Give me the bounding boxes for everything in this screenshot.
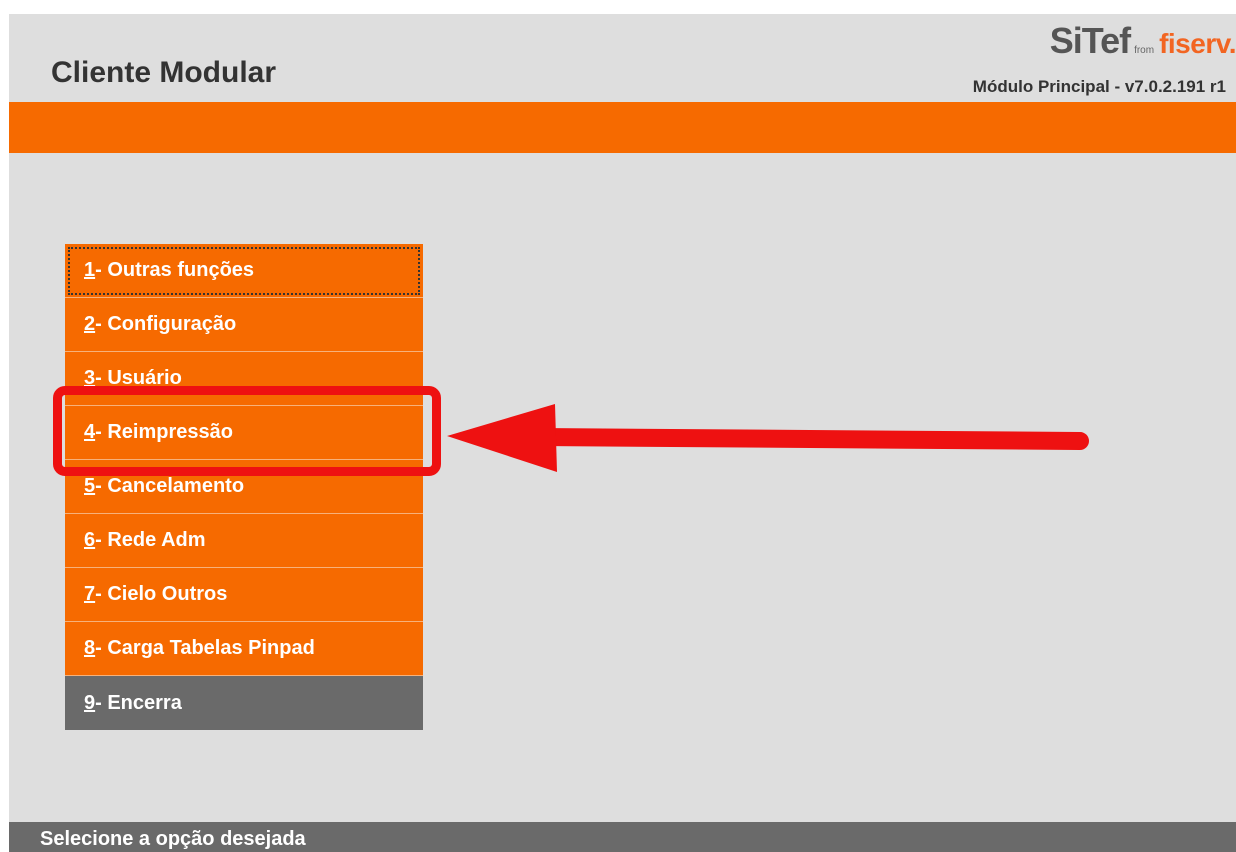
menu-item-label: - Rede Adm bbox=[95, 529, 206, 551]
menu-item-number: 6 bbox=[84, 529, 96, 551]
logo-brand: SiTef bbox=[1049, 20, 1131, 61]
module-version: Módulo Principal - v7.0.2.191 r1 bbox=[972, 77, 1226, 96]
menu-item-number: 2 bbox=[84, 313, 96, 335]
status-text: Selecione a opção desejada bbox=[40, 828, 306, 850]
header: Cliente Modular SiTef from fiserv. Módul… bbox=[9, 14, 1236, 102]
menu-item-rede-adm[interactable]: 6 - Rede Adm bbox=[65, 514, 423, 568]
menu-item-label: - Encerra bbox=[95, 691, 182, 714]
menu-item-number: 1 bbox=[84, 259, 96, 281]
logo-partner: fiserv. bbox=[1159, 28, 1236, 59]
menu-item-configuracao[interactable]: 2 - Configuração bbox=[65, 298, 423, 352]
menu-item-label: - Carga Tabelas Pinpad bbox=[95, 637, 315, 659]
app-title: Cliente Modular bbox=[51, 56, 277, 89]
menu-item-number: 7 bbox=[84, 583, 96, 605]
menu-item-number: 3 bbox=[84, 367, 96, 389]
menu-item-label: - Usuário bbox=[95, 367, 182, 389]
menu-item-label: - Configuração bbox=[95, 313, 237, 335]
menu-item-number: 9 bbox=[84, 691, 96, 714]
menu-item-number: 5 bbox=[84, 475, 96, 497]
menu-item-cancelamento[interactable]: 5 - Cancelamento bbox=[65, 460, 423, 514]
status-bar: Selecione a opção desejada bbox=[9, 822, 1236, 852]
menu-item-encerra[interactable]: 9 - Encerra bbox=[65, 676, 423, 730]
main-menu: 1 - Outras funções 2 - Configuração 3 - … bbox=[65, 244, 423, 730]
menu-item-label: - Cancelamento bbox=[95, 475, 245, 497]
menu-item-outras-funcoes[interactable]: 1 - Outras funções bbox=[65, 244, 423, 298]
menu-item-usuario[interactable]: 3 - Usuário bbox=[65, 352, 423, 406]
menu-item-label: - Cielo Outros bbox=[95, 583, 228, 605]
menu-item-carga-tabelas-pinpad[interactable]: 8 - Carga Tabelas Pinpad bbox=[65, 622, 423, 676]
menu-item-number: 8 bbox=[84, 637, 96, 659]
app-window: Cliente Modular SiTef from fiserv. Módul… bbox=[9, 14, 1236, 852]
logo-from: from bbox=[1134, 45, 1155, 56]
orange-band bbox=[9, 102, 1236, 153]
menu-item-number: 4 bbox=[84, 421, 96, 443]
menu-item-label: - Reimpressão bbox=[95, 421, 233, 443]
menu-item-reimpressao[interactable]: 4 - Reimpressão bbox=[65, 406, 423, 460]
menu-item-label: - Outras funções bbox=[95, 259, 255, 281]
sitef-logo: SiTef from fiserv. bbox=[1049, 20, 1236, 61]
menu-item-cielo-outros[interactable]: 7 - Cielo Outros bbox=[65, 568, 423, 622]
